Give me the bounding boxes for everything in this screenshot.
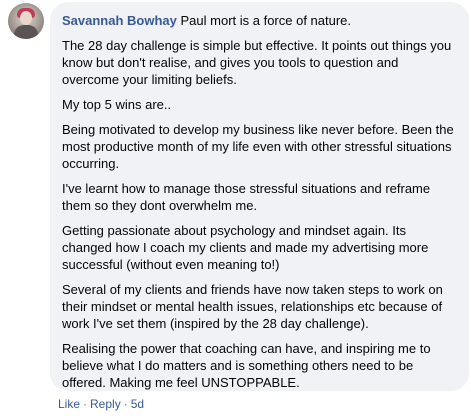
avatar-face	[20, 11, 32, 25]
comment-first-line: Savannah Bowhay Paul mort is a force of …	[62, 12, 459, 29]
comment-paragraph: My top 5 wins are..	[62, 97, 172, 112]
separator-dot: ·	[123, 397, 128, 411]
timestamp-link[interactable]: 5d	[131, 397, 144, 411]
comment-paragraph: Several of my clients and friends have n…	[62, 282, 443, 331]
comment-paragraph: The 28 day challenge is simple but effec…	[62, 38, 452, 87]
author-name-link[interactable]: Savannah Bowhay	[62, 13, 177, 28]
comment-lead-text: Paul mort is a force of nature.	[180, 13, 352, 28]
comment-bubble: Savannah Bowhay Paul mort is a force of …	[50, 2, 469, 391]
comment-paragraph: Getting passionate about psychology and …	[62, 223, 429, 272]
comment-paragraph: I've learnt how to manage those stressfu…	[62, 181, 431, 213]
comment-paragraph: Realising the power that coaching can ha…	[62, 341, 431, 390]
avatar-body	[14, 25, 38, 39]
reply-button[interactable]: Reply	[90, 397, 121, 411]
comment-paragraph: Being motivated to develop my business l…	[62, 122, 454, 171]
comment-actions: Like · Reply · 5d	[58, 396, 144, 412]
separator-dot: ·	[83, 397, 88, 411]
avatar[interactable]	[8, 3, 44, 39]
like-button[interactable]: Like	[58, 397, 80, 411]
